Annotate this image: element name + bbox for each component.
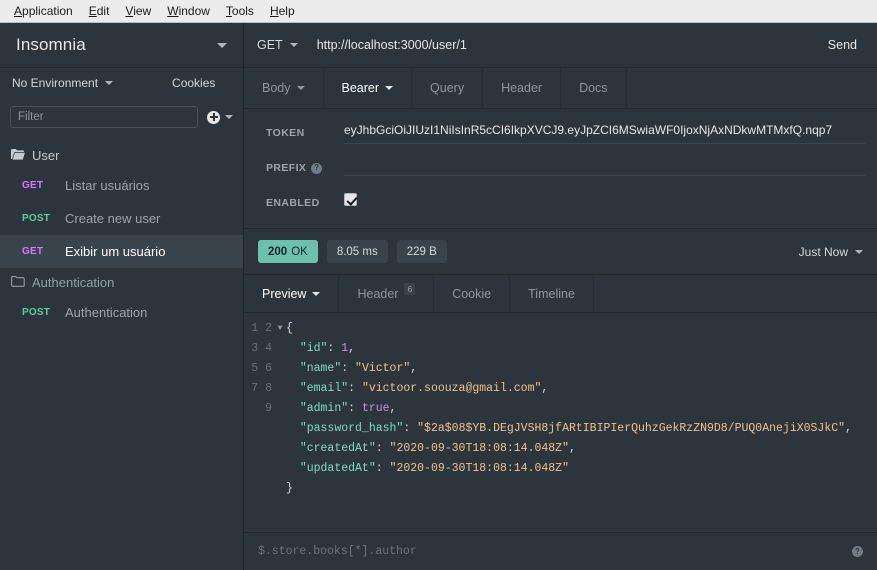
menu-item-help[interactable]: Help xyxy=(262,2,303,21)
response-filter-bar: $.store.books[*].author ? xyxy=(244,532,877,570)
folder-user[interactable]: User xyxy=(0,141,243,169)
workspace-title: Insomnia xyxy=(16,35,86,54)
method-selector[interactable]: GET xyxy=(257,38,298,52)
response-tabbar: Preview Header 6 Cookie Timeline xyxy=(244,275,877,313)
send-button[interactable]: Send xyxy=(808,23,877,67)
request-method-label: POST xyxy=(22,213,51,224)
chevron-down-icon[interactable] xyxy=(385,86,394,90)
request-tabbar: Body Bearer Query Header Docs xyxy=(244,68,877,109)
prefix-input[interactable] xyxy=(344,158,865,176)
request-name-label: Create new user xyxy=(65,211,161,226)
tab-label: Timeline xyxy=(528,286,575,301)
cookies-button[interactable]: Cookies xyxy=(172,76,215,90)
token-label: TOKEN xyxy=(266,127,305,139)
tab-body[interactable]: Body xyxy=(244,68,324,108)
folder-label: Authentication xyxy=(32,274,115,290)
chevron-down-icon[interactable] xyxy=(312,291,321,296)
request-name-label: Exibir um usuário xyxy=(65,244,166,259)
chevron-down-icon[interactable] xyxy=(217,42,227,48)
main-pane: GET http://localhost:3000/user/1 Send Bo… xyxy=(244,23,877,570)
help-icon[interactable]: ? xyxy=(311,162,323,174)
status-badge: 200 OK xyxy=(258,240,318,263)
response-tab-header[interactable]: Header 6 xyxy=(339,275,435,312)
request-method-label: GET xyxy=(22,180,44,191)
response-status-bar: 200 OK 8.05 ms 229 B Just Now xyxy=(244,228,877,275)
tab-label: Bearer xyxy=(341,81,380,95)
enabled-label: ENABLED xyxy=(266,197,320,209)
workspace-header[interactable]: Insomnia xyxy=(0,23,243,68)
menu-item-application[interactable]: Application xyxy=(6,2,81,21)
response-history-selector[interactable]: Just Now xyxy=(799,245,863,259)
tab-label: Preview xyxy=(262,286,307,301)
token-input[interactable]: eyJhbGciOiJIUzI1NiIsInR5cCI6IkpXVCJ9.eyJ… xyxy=(344,123,865,144)
chevron-down-icon[interactable] xyxy=(296,86,305,90)
enabled-row: ENABLED xyxy=(266,193,877,228)
response-tab-preview[interactable]: Preview xyxy=(244,275,340,312)
tab-label: Header xyxy=(357,286,399,301)
chevron-down-icon[interactable] xyxy=(289,43,298,47)
tab-label: Query xyxy=(430,81,465,95)
token-row: TOKEN eyJhbGciOiJIUzI1NiIsInR5cCI6IkpXVC… xyxy=(266,123,877,158)
prefix-row: PREFIX ? xyxy=(266,158,877,193)
response-tab-cookie[interactable]: Cookie xyxy=(434,275,511,312)
environment-row: No Environment Cookies xyxy=(0,68,243,98)
status-code: 200 xyxy=(268,245,288,258)
tab-label: Body xyxy=(262,81,291,95)
response-json: { "id": 1, "name": "Victor", "email": "v… xyxy=(286,322,852,495)
sidebar: Insomnia No Environment Cookies User GET L… xyxy=(0,23,244,570)
tab-header[interactable]: Header xyxy=(483,68,562,108)
chevron-down-icon[interactable] xyxy=(225,115,233,119)
url-input[interactable]: http://localhost:3000/user/1 xyxy=(317,38,808,52)
folder-authentication[interactable]: Authentication xyxy=(0,268,243,296)
response-body-viewer[interactable]: 1 2 3 4 5 6 7 8 9 ▼ { "id": 1, "name": "… xyxy=(244,313,877,532)
status-text: OK xyxy=(291,245,308,258)
request-item[interactable]: GET Listar usuários xyxy=(0,169,243,202)
request-item[interactable]: POST Create new user xyxy=(0,202,243,235)
tab-label: Docs xyxy=(579,81,608,95)
url-bar: GET http://localhost:3000/user/1 Send xyxy=(244,23,877,68)
method-label: GET xyxy=(257,38,283,52)
menu-item-tools[interactable]: Tools xyxy=(218,2,262,21)
tab-count-badge: 6 xyxy=(404,282,416,295)
chevron-down-icon[interactable] xyxy=(855,249,863,254)
response-time: 8.05 ms xyxy=(326,240,388,263)
response-timestamp: Just Now xyxy=(798,244,848,259)
folder-closed-icon xyxy=(11,275,25,290)
code-fold-column[interactable]: ▼ xyxy=(274,319,286,532)
response-tab-timeline[interactable]: Timeline xyxy=(510,275,594,312)
request-name-label: Authentication xyxy=(65,305,148,320)
tab-bearer[interactable]: Bearer xyxy=(324,68,413,108)
tab-label: Header xyxy=(501,81,543,95)
menu-item-edit[interactable]: Edit xyxy=(81,2,118,21)
response-size: 229 B xyxy=(396,240,447,263)
environment-selector-label[interactable]: No Environment xyxy=(12,76,98,90)
tab-label: Cookie xyxy=(452,286,492,301)
plus-icon xyxy=(207,110,220,124)
app-shell: Insomnia No Environment Cookies User GET L… xyxy=(0,23,877,570)
request-item[interactable]: POST Authentication xyxy=(0,296,243,329)
folder-label: User xyxy=(32,147,60,163)
prefix-label: PREFIX ? xyxy=(266,158,344,174)
menu-item-view[interactable]: View xyxy=(117,2,159,21)
enabled-checkbox[interactable] xyxy=(344,193,357,206)
request-method-label: GET xyxy=(22,246,44,257)
request-list: User GET Listar usuários POST Create new use… xyxy=(0,136,243,570)
request-method-label: POST xyxy=(22,307,51,318)
search-input[interactable] xyxy=(10,106,198,128)
chevron-down-icon[interactable] xyxy=(105,81,114,85)
filter-row xyxy=(0,98,243,136)
jsonpath-filter-input[interactable]: $.store.books[*].author xyxy=(258,545,852,558)
request-name-label: Listar usuários xyxy=(65,178,150,193)
folder-open-icon xyxy=(11,148,25,163)
help-icon[interactable]: ? xyxy=(852,546,863,557)
line-number-gutter: 1 2 3 4 5 6 7 8 9 xyxy=(251,322,272,415)
add-request-button[interactable] xyxy=(207,110,233,124)
menu-item-window[interactable]: Window xyxy=(159,2,218,21)
os-menu-bar: Application Edit View Window Tools Help xyxy=(0,0,877,23)
tab-query[interactable]: Query xyxy=(412,68,484,108)
bearer-auth-form: TOKEN eyJhbGciOiJIUzI1NiIsInR5cCI6IkpXVC… xyxy=(244,109,877,228)
tab-docs[interactable]: Docs xyxy=(561,68,627,108)
request-item[interactable]: GET Exibir um usuário xyxy=(0,235,243,268)
